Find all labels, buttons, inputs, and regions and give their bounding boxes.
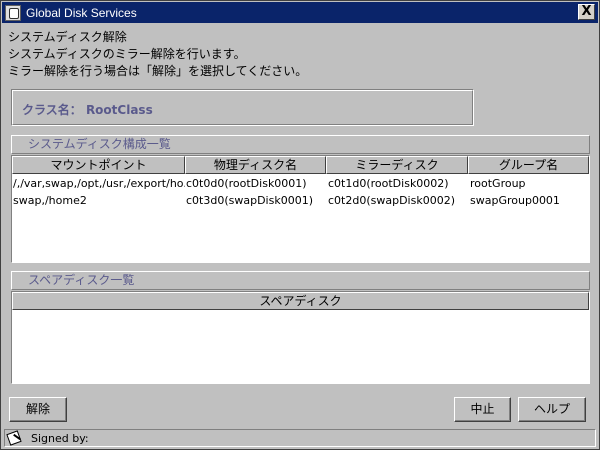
- system-disk-section-title: システムディスク構成一覧: [11, 135, 590, 154]
- cell-physical-disk: c0t3d0(swapDisk0001): [186, 194, 313, 207]
- column-header-mount-point[interactable]: マウントポイント: [12, 156, 185, 174]
- title-bar[interactable]: Global Disk Services X: [2, 2, 598, 23]
- column-header-physical-disk[interactable]: 物理ディスク名: [185, 156, 326, 174]
- column-header-spare-disk[interactable]: スペアディスク: [12, 292, 589, 310]
- cell-physical-disk: c0t0d0(rootDisk0001): [186, 177, 307, 190]
- column-header-mirror-disk[interactable]: ミラーディスク: [326, 156, 468, 174]
- release-button[interactable]: 解除: [9, 397, 67, 422]
- cell-mirror-disk: c0t1d0(rootDisk0002): [328, 177, 449, 190]
- cell-mount-point: swap,/home2: [13, 194, 87, 207]
- table-row[interactable]: swap,/home2 c0t3d0(swapDisk0001) c0t2d0(…: [12, 192, 589, 209]
- system-disk-table[interactable]: マウントポイント 物理ディスク名 ミラーディスク グループ名 /,/var,sw…: [11, 155, 590, 263]
- description-line-2: システムディスクのミラー解除を行います。: [8, 47, 246, 61]
- description-line-1: システムディスク解除: [8, 30, 127, 44]
- class-name-label: クラス名： RootClass: [22, 103, 153, 117]
- help-button[interactable]: ヘルプ: [518, 397, 586, 422]
- cell-group-name: swapGroup0001: [470, 194, 560, 207]
- window-title: Global Disk Services: [26, 5, 137, 20]
- spare-disk-table-header: スペアディスク: [12, 292, 589, 310]
- spare-disk-section-title: スペアディスク一覧: [11, 271, 590, 290]
- class-info-panel: クラス名： RootClass: [11, 89, 474, 126]
- cancel-button[interactable]: 中止: [454, 397, 511, 422]
- java-cup-icon: [5, 4, 21, 21]
- spare-disk-table[interactable]: スペアディスク: [11, 291, 590, 384]
- table-row[interactable]: /,/var,swap,/opt,/usr,/export/ho... c0t0…: [12, 175, 589, 192]
- cell-group-name: rootGroup: [470, 177, 526, 190]
- signature-icon: [7, 431, 23, 445]
- column-header-group-name[interactable]: グループ名: [468, 156, 589, 174]
- dialog-window: Global Disk Services X システムディスク解除 システムディ…: [0, 0, 600, 450]
- system-disk-table-header: マウントポイント 物理ディスク名 ミラーディスク グループ名: [12, 156, 589, 174]
- description-line-3: ミラー解除を行う場合は「解除」を選択してください。: [8, 64, 308, 78]
- signed-by-label: Signed by:: [31, 431, 89, 445]
- status-bar: Signed by:: [4, 429, 596, 447]
- cell-mount-point: /,/var,swap,/opt,/usr,/export/ho...: [13, 177, 185, 190]
- close-button[interactable]: X: [578, 4, 595, 20]
- description: システムディスク解除 システムディスクのミラー解除を行います。 ミラー解除を行う…: [8, 29, 307, 80]
- cell-mirror-disk: c0t2d0(swapDisk0002): [328, 194, 455, 207]
